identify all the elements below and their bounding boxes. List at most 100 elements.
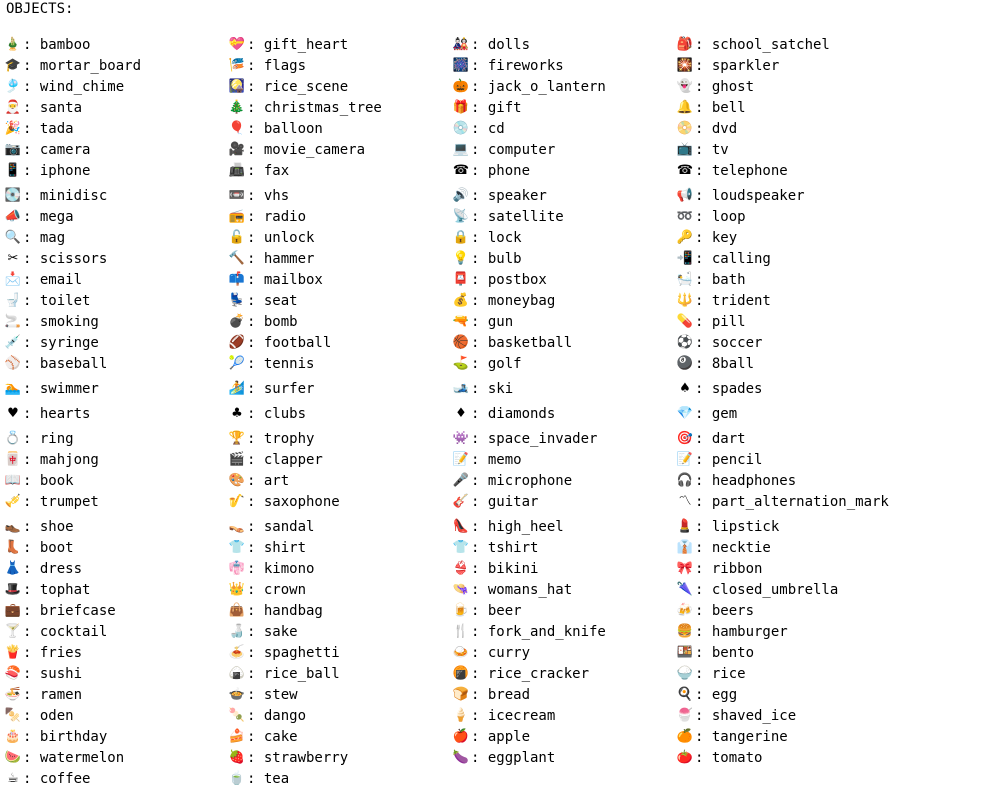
emoji-label: : shaved_ice (695, 707, 797, 724)
emoji-entry-crown: 👑: crown (228, 579, 306, 600)
emoji-label: : watermelon (23, 749, 125, 766)
lock-icon: 🔒 (452, 229, 470, 245)
soccer-icon: ⚽ (676, 334, 694, 350)
emoji-label: : surfer (247, 380, 315, 397)
tshirt-icon: 👕 (452, 539, 470, 555)
emoji-label: : high_heel (471, 518, 564, 535)
handbag-icon: 👜 (228, 602, 246, 618)
emoji-entry-rice-scene: 🎑: rice_scene (228, 76, 348, 97)
basketball-icon: 🏀 (452, 334, 470, 350)
eggplant-icon: 🍆 (452, 749, 470, 765)
bomb-icon: 💣 (228, 313, 246, 329)
emoji-label: : spades (695, 380, 763, 397)
emoji-entry-calling: 📲: calling (676, 248, 771, 269)
dress-icon: 👗 (4, 560, 22, 576)
emoji-label: : sandal (247, 518, 315, 535)
emoji-entry-boot: 👢: boot (4, 537, 74, 558)
sandal-icon: 👡 (228, 518, 246, 534)
emoji-entry-lock: 🔒: lock (452, 227, 522, 248)
emoji-label: : cocktail (23, 623, 108, 640)
gift-icon: 🎁 (452, 99, 470, 115)
ramen-icon: 🍜 (4, 686, 22, 702)
emoji-entry-sushi: 🍣: sushi (4, 663, 82, 684)
telephone-icon: ☎ (676, 162, 694, 178)
emoji-label: : beers (695, 602, 755, 619)
swimmer-icon: 🏊 (4, 380, 22, 396)
emoji-label: : santa (23, 99, 83, 116)
bath-icon: 🛀 (676, 271, 694, 287)
emoji-label: : bamboo (23, 36, 91, 53)
emoji-entry-tv: 📺: tv (676, 139, 729, 160)
emoji-label: : gem (695, 405, 738, 422)
emoji-label: : iphone (23, 162, 91, 179)
emoji-entry-space-invader: 👾: space_invader (452, 428, 598, 449)
toilet-icon: 🚽 (4, 292, 22, 308)
golf-icon: ⛳ (452, 355, 470, 371)
emoji-label: : birthday (23, 728, 108, 745)
emoji-entry-tomato: 🍅: tomato (676, 747, 763, 768)
shoe-icon: 👞 (4, 518, 22, 534)
emoji-entry-book: 📖: book (4, 470, 74, 491)
dvd-icon: 📀 (676, 120, 694, 136)
fries-icon: 🍟 (4, 644, 22, 660)
emoji-label: : radio (247, 208, 307, 225)
fork-and-knife-icon: 🍴 (452, 623, 470, 639)
emoji-label: : tea (247, 770, 290, 787)
emoji-entry-dolls: 🎎: dolls (452, 34, 530, 55)
dart-icon: 🎯 (676, 430, 694, 446)
emoji-entry-mag: 🔍: mag (4, 227, 65, 248)
emoji-label: : golf (471, 355, 522, 372)
emoji-entry-telephone: ☎: telephone (676, 160, 788, 181)
emoji-entry-camera: 📷: camera (4, 139, 91, 160)
emoji-label: : soccer (695, 334, 763, 351)
emoji-entry-minidisc: 💽: minidisc (4, 185, 107, 206)
emoji-label: : fax (247, 162, 290, 179)
emoji-label: : ring (23, 430, 74, 447)
saxophone-icon: 🎷 (228, 493, 246, 509)
balloon-icon: 🎈 (228, 120, 246, 136)
emoji-label: : tomato (695, 749, 763, 766)
minidisc-icon: 💽 (4, 187, 22, 203)
emoji-entry-ski: 🎿: ski (452, 378, 513, 399)
emoji-label: : art (247, 472, 290, 489)
emoji-label: : hamburger (695, 623, 788, 640)
emoji-entry-gift: 🎁: gift (452, 97, 522, 118)
emoji-entry-shoe: 👞: shoe (4, 516, 74, 537)
emoji-entry-postbox: 📮: postbox (452, 269, 547, 290)
emoji-entry-trophy: 🏆: trophy (228, 428, 315, 449)
emoji-label: : briefcase (23, 602, 116, 619)
surfer-icon: 🏄 (228, 380, 246, 396)
emoji-entry-tshirt: 👕: tshirt (452, 537, 539, 558)
emoji-entry-spades: ♠: spades (676, 378, 762, 399)
unlock-icon: 🔓 (228, 229, 246, 245)
emoji-label: : key (695, 229, 738, 246)
emoji-label: : cd (471, 120, 505, 137)
microphone-icon: 🎤 (452, 472, 470, 488)
cd-icon: 💿 (452, 120, 470, 136)
emoji-label: : minidisc (23, 187, 108, 204)
emoji-label: : 8ball (695, 355, 755, 372)
emoji-entry-pill: 💊: pill (676, 311, 746, 332)
emoji-entry-christmas-tree: 🎄: christmas_tree (228, 97, 382, 118)
emoji-label: : computer (471, 141, 556, 158)
baseball-icon: ⚾ (4, 355, 22, 371)
emoji-entry-cocktail: 🍸: cocktail (4, 621, 107, 642)
emoji-label: : email (23, 271, 83, 288)
gem-icon: 💎 (676, 405, 694, 421)
emoji-label: : seat (247, 292, 298, 309)
emoji-label: : icecream (471, 707, 556, 724)
emoji-entry-art: 🎨: art (228, 470, 289, 491)
briefcase-icon: 💼 (4, 602, 22, 618)
emoji-label: : mahjong (23, 451, 99, 468)
emoji-label: : mega (23, 208, 74, 225)
emoji-label: : hearts (23, 405, 91, 422)
emoji-entry-bikini: 👙: bikini (452, 558, 539, 579)
tada-icon: 🎉 (4, 120, 22, 136)
emoji-entry-cake: 🍰: cake (228, 726, 298, 747)
egg-icon: 🍳 (676, 686, 694, 702)
emoji-entry-dress: 👗: dress (4, 558, 82, 579)
loudspeaker-icon: 📢 (676, 187, 694, 203)
tennis-icon: 🎾 (228, 355, 246, 371)
mega-icon: 📣 (4, 208, 22, 224)
emoji-entry-iphone: 📱: iphone (4, 160, 91, 181)
